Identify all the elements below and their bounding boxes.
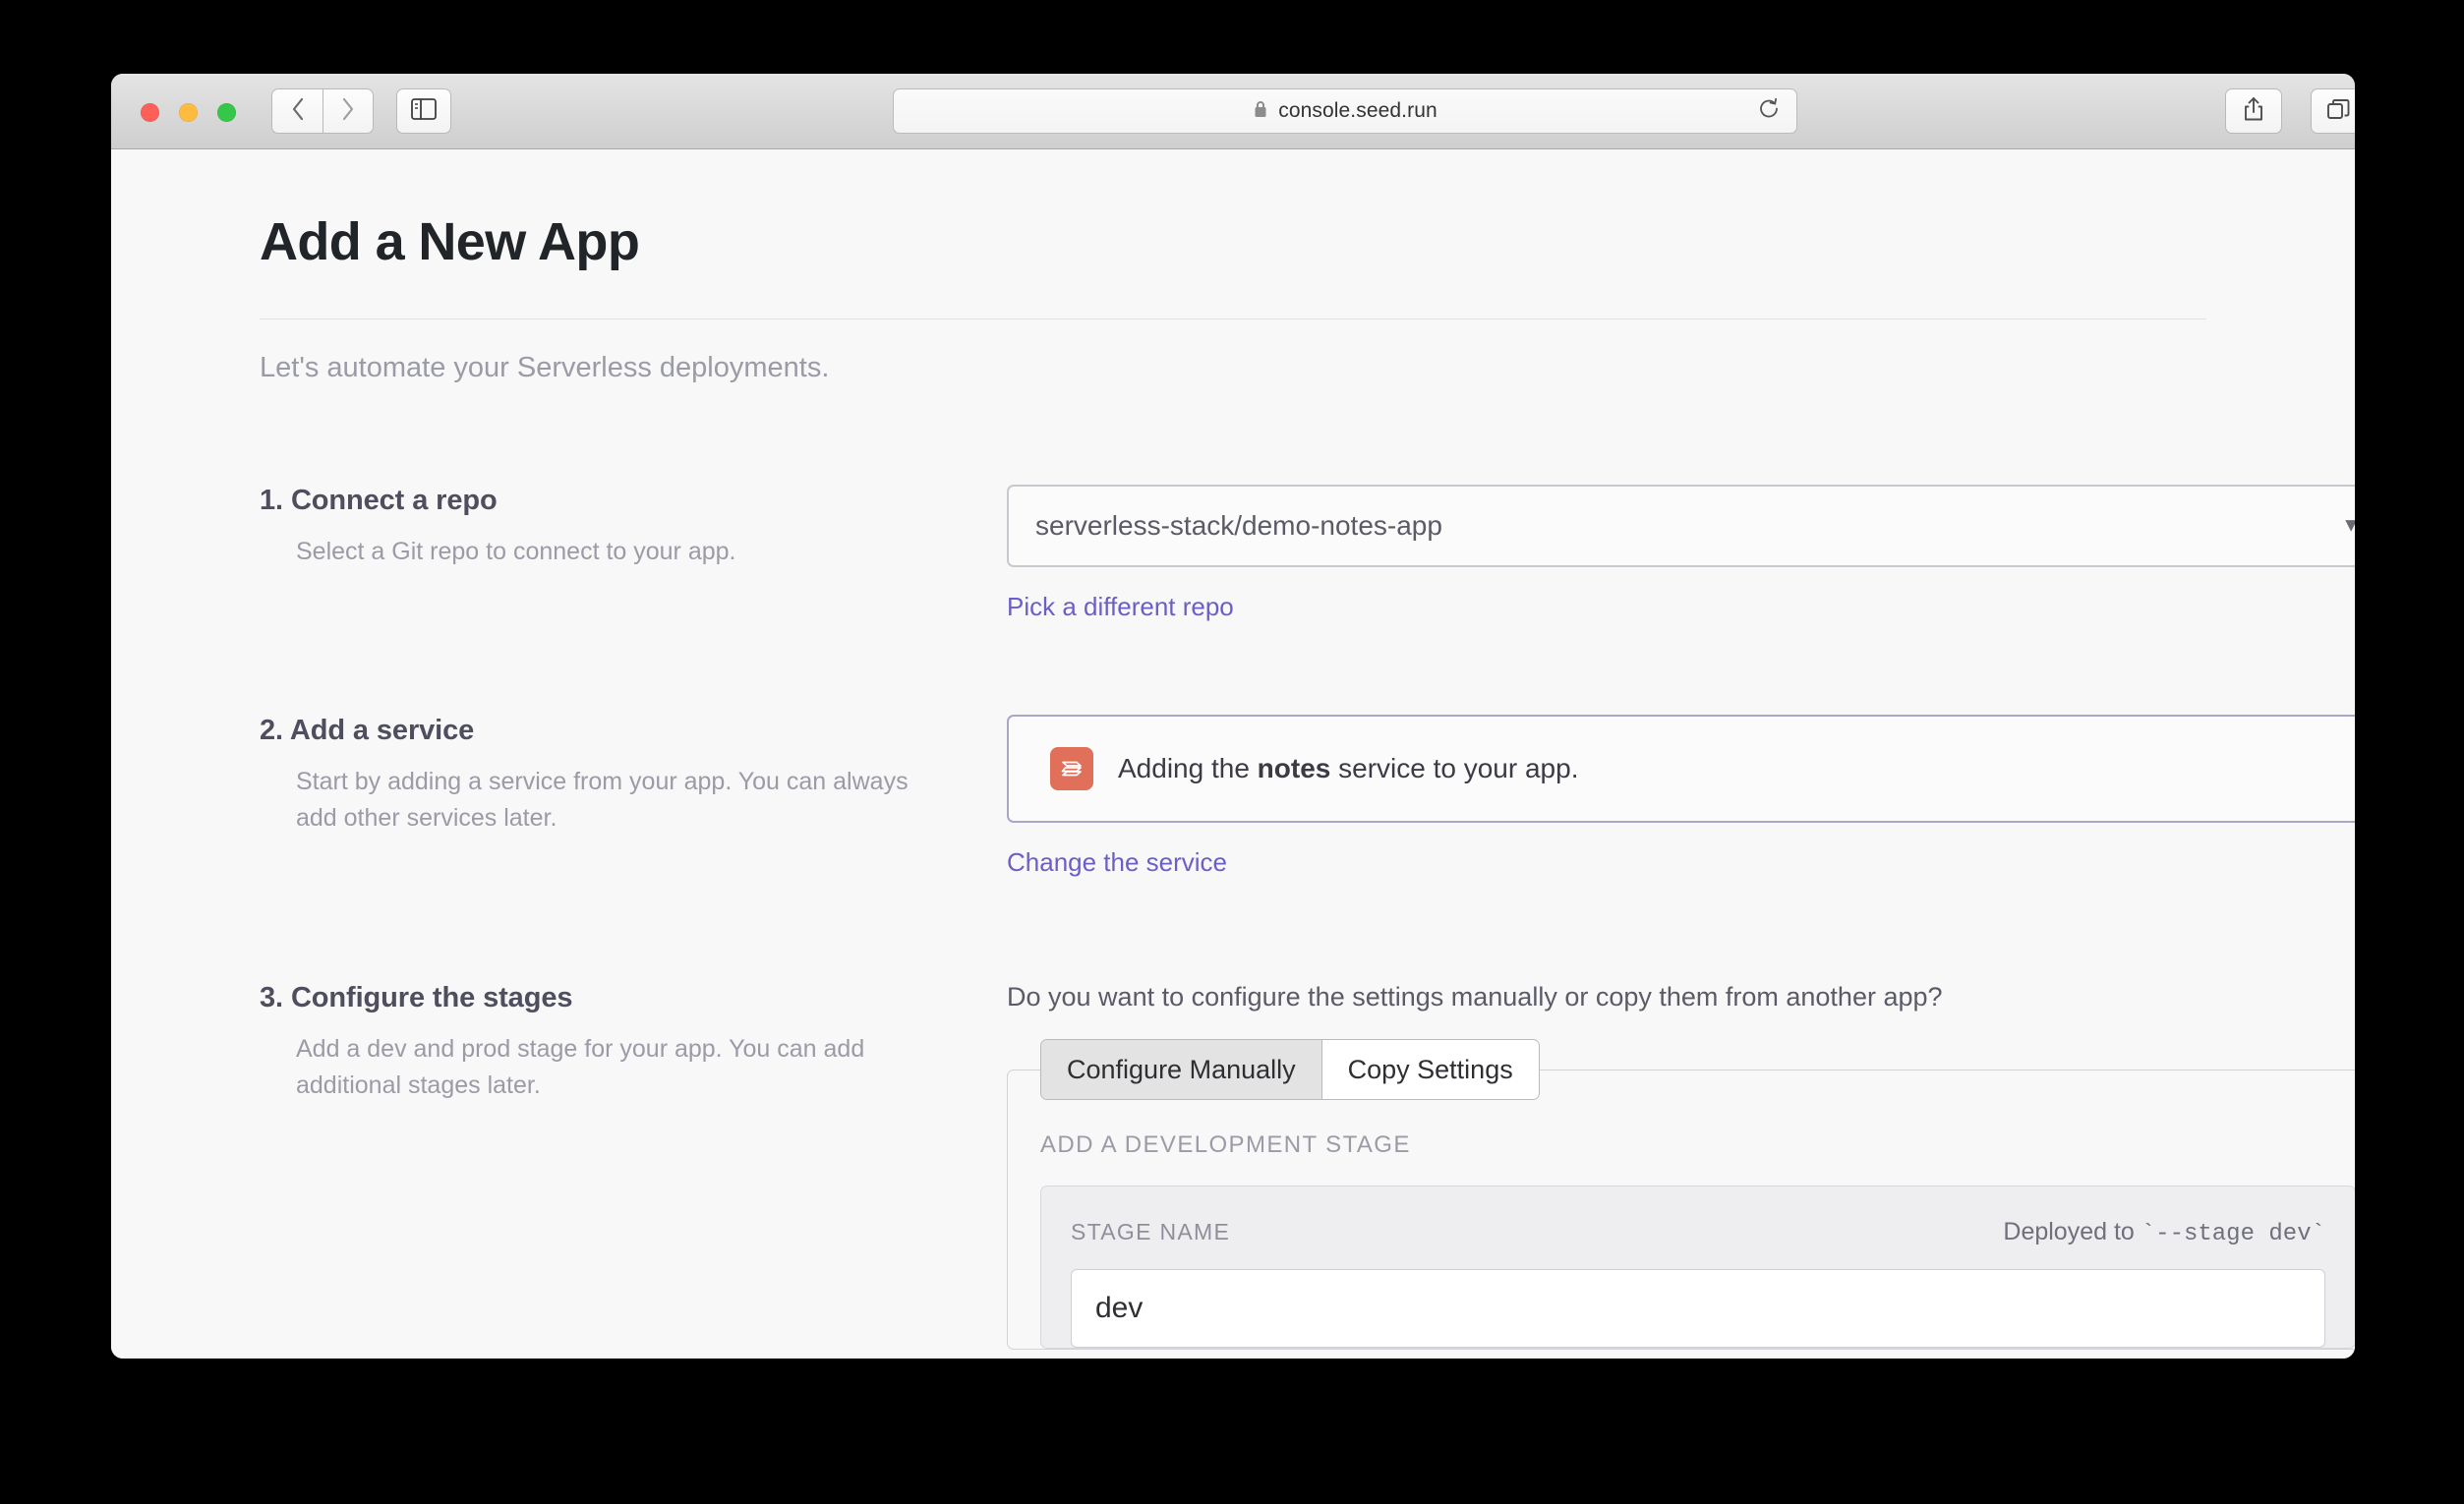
forward-button[interactable] — [323, 88, 374, 134]
development-stage-card: STAGE NAME Deployed to `--stage dev` dev — [1040, 1186, 2355, 1349]
page-content: Add a New App Let's automate your Server… — [111, 149, 2355, 1359]
browser-toolbar: console.seed.run + — [111, 74, 2355, 149]
selected-service-box: Adding the notes service to your app. — [1007, 715, 2355, 823]
close-window-button[interactable] — [141, 103, 159, 122]
step-1-text: 1. Connect a repo Select a Git repo to c… — [260, 485, 948, 570]
step-1-heading: 1. Connect a repo — [260, 485, 948, 517]
address-bar[interactable]: console.seed.run — [893, 88, 1797, 134]
stages-panel: ADD A DEVELOPMENT STAGE STAGE NAME Deplo… — [1007, 1070, 2355, 1350]
step-3-heading: 3. Configure the stages — [260, 982, 948, 1014]
stage-card-header: STAGE NAME Deployed to `--stage dev` — [1071, 1218, 2325, 1247]
chevron-right-icon — [341, 97, 355, 126]
back-button[interactable] — [271, 88, 323, 134]
service-text-before: Adding the — [1118, 753, 1258, 783]
change-service-link[interactable]: Change the service — [1007, 847, 1227, 878]
window-controls — [141, 103, 236, 122]
repo-select-value: serverless-stack/demo-notes-app — [1035, 510, 1442, 542]
repo-select[interactable]: serverless-stack/demo-notes-app ▼ — [1007, 485, 2355, 567]
stage-name-input[interactable]: dev — [1071, 1269, 2325, 1348]
maximize-window-button[interactable] — [217, 103, 236, 122]
deployed-to-prefix: Deployed to — [2003, 1218, 2141, 1245]
sidebar-toggle-icon — [411, 97, 437, 126]
deployed-to-code: `--stage dev` — [2141, 1221, 2325, 1247]
title-divider — [260, 318, 2206, 319]
page-subtitle: Let's automate your Serverless deploymen… — [260, 352, 2316, 384]
service-text-after: service to your app. — [1330, 753, 1578, 783]
pick-different-repo-link[interactable]: Pick a different repo — [1007, 592, 1234, 622]
show-tabs-icon — [2326, 97, 2352, 126]
browser-window: console.seed.run + Add a New App Let's a… — [111, 74, 2355, 1359]
step-1-description: Select a Git repo to connect to your app… — [296, 534, 925, 570]
sidebar-toggle-button[interactable] — [396, 88, 451, 134]
development-stage-section-label: ADD A DEVELOPMENT STAGE — [1040, 1131, 2355, 1159]
reload-button[interactable] — [1757, 97, 1781, 126]
stage-name-label: STAGE NAME — [1071, 1219, 1230, 1245]
step-connect-repo: 1. Connect a repo Select a Git repo to c… — [260, 485, 2316, 622]
step-add-service: 2. Add a service Start by adding a servi… — [260, 715, 2316, 878]
step-2-text: 2. Add a service Start by adding a servi… — [260, 715, 948, 837]
step-2-description: Start by adding a service from your app.… — [296, 764, 925, 837]
chevron-down-icon: ▼ — [2341, 515, 2355, 538]
service-box-text: Adding the notes service to your app. — [1118, 753, 1578, 784]
address-bar-url: console.seed.run — [1278, 99, 1437, 123]
minimize-window-button[interactable] — [179, 103, 198, 122]
stages-question: Do you want to configure the settings ma… — [1007, 982, 2316, 1012]
tab-configure-manually[interactable]: Configure Manually — [1041, 1040, 1322, 1099]
share-button[interactable] — [2225, 88, 2282, 134]
step-2-heading: 2. Add a service — [260, 715, 948, 747]
lock-icon — [1253, 99, 1268, 124]
show-all-tabs-button[interactable] — [2311, 88, 2355, 134]
serverless-framework-icon — [1050, 747, 1093, 790]
step-3-controls: Do you want to configure the settings ma… — [1007, 982, 2316, 1350]
share-icon — [2242, 96, 2265, 127]
tab-copy-settings[interactable]: Copy Settings — [1322, 1040, 1539, 1099]
step-3-description: Add a dev and prod stage for your app. Y… — [296, 1031, 925, 1104]
chevron-left-icon — [291, 97, 305, 126]
service-name: notes — [1258, 753, 1331, 783]
step-1-controls: serverless-stack/demo-notes-app ▼ Pick a… — [1007, 485, 2316, 622]
page-title: Add a New App — [260, 211, 2316, 272]
settings-mode-tabs: Configure Manually Copy Settings — [1040, 1039, 1540, 1100]
step-configure-stages: 3. Configure the stages Add a dev and pr… — [260, 982, 2316, 1350]
step-2-controls: Adding the notes service to your app. Ch… — [1007, 715, 2316, 878]
stage-deployed-to: Deployed to `--stage dev` — [2003, 1218, 2325, 1247]
step-3-text: 3. Configure the stages Add a dev and pr… — [260, 982, 948, 1104]
